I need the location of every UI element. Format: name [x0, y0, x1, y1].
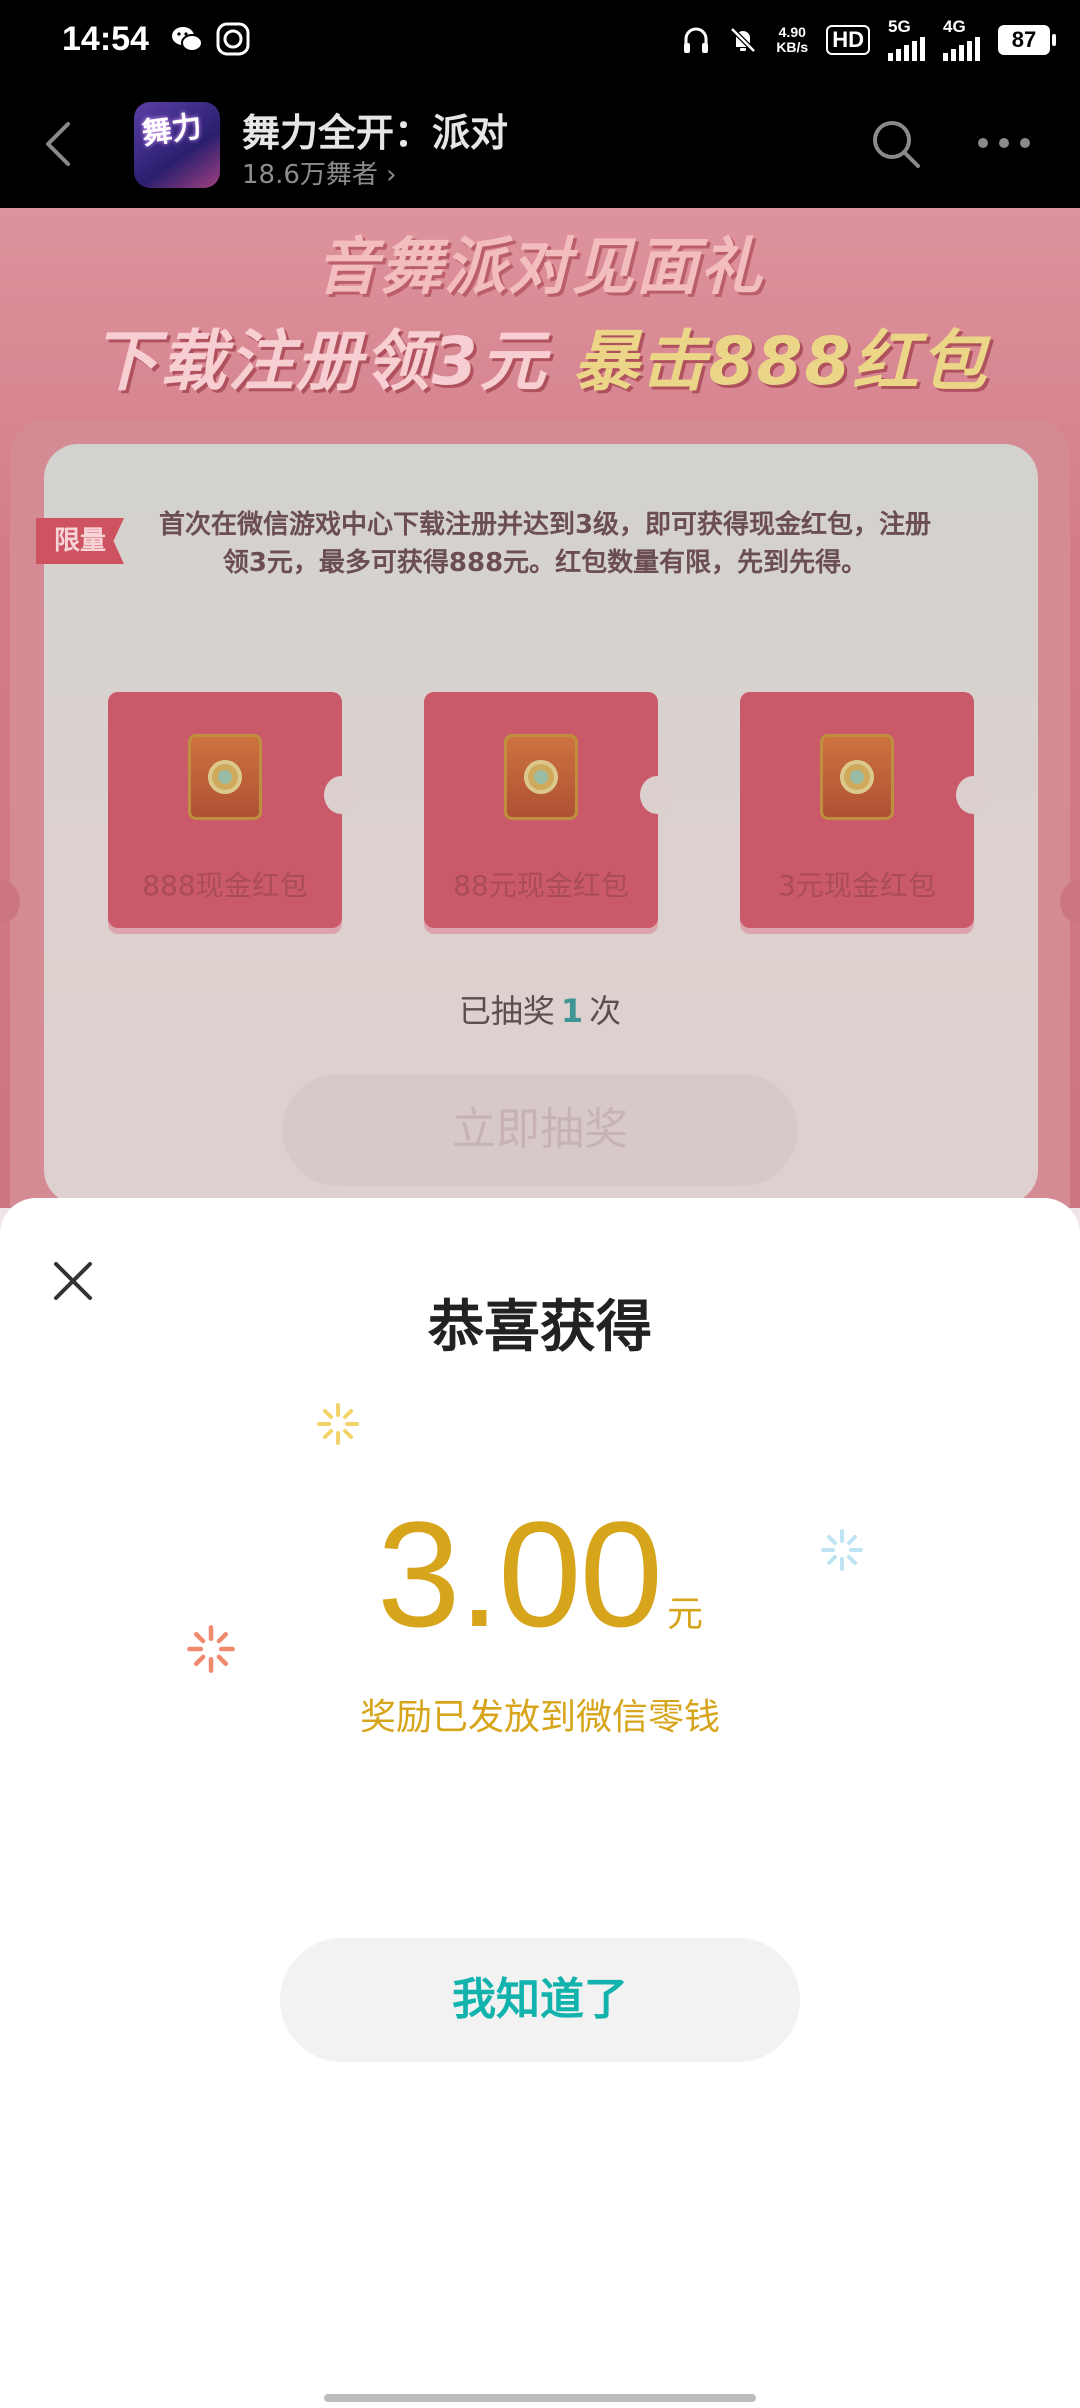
signal-bars-icon: [943, 35, 980, 61]
mute-bell-icon: [730, 27, 757, 53]
prize-amount-value: 3.00: [377, 1490, 663, 1658]
sparkle-icon: [317, 1403, 359, 1445]
more-options-icon[interactable]: [976, 136, 1032, 150]
hd-voice-badge: HD: [826, 25, 870, 55]
home-indicator[interactable]: [324, 2394, 756, 2402]
app-icon-text: 舞力: [139, 108, 205, 153]
wechat-icon: [172, 27, 203, 52]
battery-indicator: 87: [998, 25, 1056, 55]
app-title[interactable]: 舞力全开：派对: [242, 102, 508, 157]
status-indicators: 4.90 KB/s HD 5G 4G 87: [682, 17, 1056, 62]
chevron-right-icon: ›: [386, 160, 397, 190]
sim2-signal: 4G: [943, 17, 980, 61]
app-follower-count-text: 18.6万舞者: [242, 160, 378, 190]
sim2-network-label: 4G: [943, 17, 966, 36]
prize-amount-unit: 元: [666, 1594, 703, 1635]
prize-amount: 3.00 元: [0, 1488, 1080, 1661]
sim1-signal: 5G: [888, 17, 925, 61]
signal-bars-icon: [888, 35, 925, 61]
search-icon[interactable]: [870, 118, 922, 170]
app-icon[interactable]: 舞力: [134, 102, 220, 188]
prize-note: 奖励已发放到微信零钱: [359, 1697, 720, 1738]
sim1-network-label: 5G: [888, 17, 911, 36]
headphones-icon: [684, 27, 709, 53]
network-speed-unit: KB/s: [776, 39, 809, 55]
result-sheet: 恭喜获得 3.00 元 奖励已发放到微信零钱 我知道了: [0, 1198, 1080, 2408]
app-notification-icon: [216, 22, 250, 56]
back-arrow-icon[interactable]: [40, 120, 80, 168]
app-header: 舞力 舞力全开：派对 18.6万舞者 ›: [0, 80, 1080, 208]
network-speed: 4.90 KB/s: [776, 25, 808, 55]
modal-overlay[interactable]: [0, 208, 1080, 1208]
network-speed-value: 4.90: [778, 24, 806, 40]
result-title: 恭喜获得: [428, 1295, 652, 1360]
status-time: 14:54: [62, 20, 149, 58]
app-follower-count[interactable]: 18.6万舞者 ›: [242, 154, 397, 191]
got-it-button[interactable]: 我知道了: [280, 1938, 800, 2062]
status-bar: 14:54 4.90 KB/s HD 5G 4G 87: [0, 0, 1080, 80]
